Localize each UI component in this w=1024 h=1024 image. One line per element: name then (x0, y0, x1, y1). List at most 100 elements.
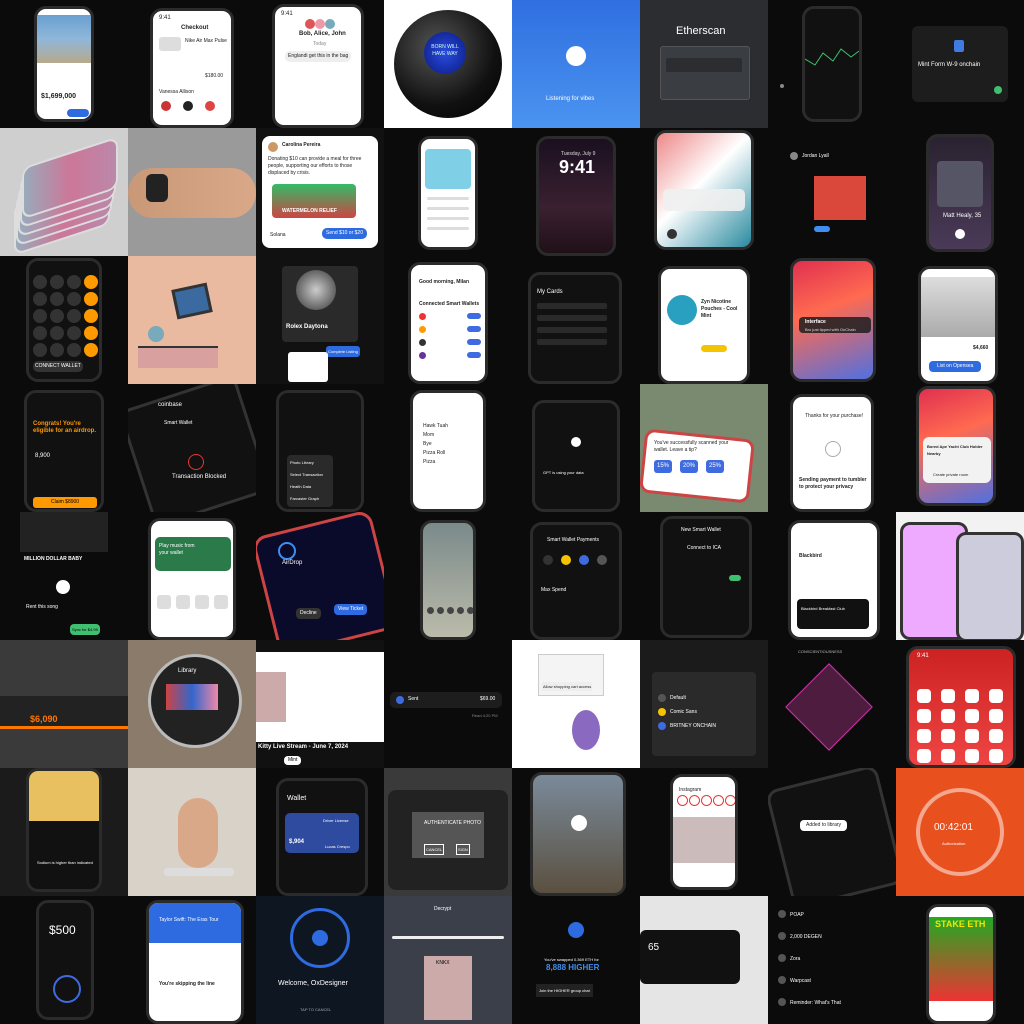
tile-checkout[interactable]: 9:41 Checkout Nike Air Max Pulse $180.00 Van… (128, 0, 256, 128)
tile-zyn-shop[interactable]: Zyn Nicotine Pouches - Cool Mint (640, 256, 768, 384)
story-avatar[interactable] (713, 795, 724, 806)
calc-key[interactable] (84, 292, 98, 306)
timeline-slider[interactable] (392, 936, 504, 939)
tile-donation-card[interactable]: Carolina Pereira Donating $10 can provide… (256, 128, 384, 256)
sync-button[interactable]: Sync for $4.99 (70, 624, 100, 635)
app-icon[interactable] (941, 749, 955, 763)
tile-airdrop-app[interactable]: Congrats! You're eligible for an airdrop… (0, 384, 128, 512)
tile-chat[interactable]: 9:41 Bob, Alice, John Today Englandi get th… (256, 0, 384, 128)
calc-key[interactable] (84, 309, 98, 323)
cancel-button[interactable]: CANCEL (424, 844, 445, 855)
allow-access-button[interactable]: Allow shopping cart access (542, 682, 593, 691)
play-button-icon[interactable] (56, 580, 70, 594)
tile-spotify-like[interactable]: Play music from your wallet (128, 512, 256, 640)
tile-coinbase-wallet[interactable]: coinbase Smart Wallet Transaction Blocked (128, 384, 256, 512)
tile-video-call[interactable] (384, 512, 512, 640)
wallet-action[interactable] (467, 352, 481, 358)
tile-banking-app[interactable]: Good morning, Milan Connected Smart Walle… (384, 256, 512, 384)
tile-timer-orange[interactable]: 00:42:01 Authorization (896, 768, 1024, 896)
calc-key[interactable] (67, 275, 81, 289)
app-icon[interactable] (597, 555, 607, 565)
tile-library-device[interactable]: Library (128, 640, 256, 768)
tile-nft-profile[interactable] (384, 128, 512, 256)
card-row[interactable] (537, 339, 607, 345)
app-icon[interactable] (989, 689, 1003, 703)
call-control[interactable] (437, 607, 444, 614)
app-icon[interactable] (941, 729, 955, 743)
app-icon[interactable] (941, 689, 955, 703)
account-option[interactable]: Comic Sans (670, 709, 697, 716)
tile-my-cards[interactable]: My Cards (512, 256, 640, 384)
list-item[interactable]: Pizza (423, 459, 435, 466)
wallet-action[interactable] (467, 339, 481, 345)
tile-list-app[interactable]: Hawk Tuah Mom Bye Pizza Roll Pizza (384, 384, 512, 512)
tile-trading-app[interactable] (768, 0, 896, 128)
tile-ios-homescreen-red[interactable]: 9:41 (896, 640, 1024, 768)
complete-listing-button[interactable]: Complete Listing (326, 346, 360, 357)
app-icon[interactable] (989, 709, 1003, 723)
tile-stake-eth[interactable]: STAKE ETH (896, 896, 1024, 1024)
tile-added-library[interactable]: Added to library (768, 768, 896, 896)
tile-phone-stack[interactable] (0, 128, 128, 256)
menu-item[interactable]: Health Data (290, 483, 311, 490)
tile-camera-auth[interactable]: AUTHENTICATE PHOTO CANCEL SIGN (384, 768, 512, 896)
tile-ios-alert[interactable]: Bored Ape Yacht Club Holder Nearby Create… (896, 384, 1024, 512)
send-button[interactable]: Send $10 or $20 (322, 228, 367, 239)
app-icon[interactable] (965, 709, 979, 723)
tile-hand-device[interactable] (128, 768, 256, 896)
tile-smart-wallet-payments[interactable]: Smart Wallet Payments Max Spend (512, 512, 640, 640)
tile-chatgpt-menu[interactable]: Photo Library Select Transaction Health Da… (256, 384, 384, 512)
card-row[interactable] (537, 303, 607, 309)
call-control[interactable] (447, 607, 454, 614)
app-icon[interactable] (965, 749, 979, 763)
tile-real-estate[interactable]: $4,660 List on Opensea (896, 256, 1024, 384)
tile-item[interactable] (157, 595, 171, 609)
tile-chatgpt-sheet[interactable]: GPT is using your data (512, 384, 640, 512)
tile-radar-chart[interactable]: CONSCIENTIOUSNESS (768, 640, 896, 768)
tile-tumbler-payment[interactable]: Thanks for your purchase! Sending payment… (768, 384, 896, 512)
list-item[interactable]: Pizza Roll (423, 450, 445, 457)
calc-key[interactable] (84, 275, 98, 289)
story-avatar[interactable] (725, 795, 735, 806)
calc-key[interactable] (50, 275, 64, 289)
calc-key[interactable] (67, 326, 81, 340)
list-item[interactable]: Mom (423, 432, 434, 439)
call-control[interactable] (427, 607, 434, 614)
tile-canvas-sticker[interactable]: Allow shopping cart access (512, 640, 640, 768)
tile-concert-queue[interactable]: Taylor Swift: The Eras Tour You're skippi… (128, 896, 256, 1024)
card-row[interactable] (537, 327, 607, 333)
tile-food-label[interactable]: Sodium is higher than indicated (0, 768, 128, 896)
calc-key[interactable] (50, 326, 64, 340)
confirm-icon[interactable] (994, 86, 1002, 94)
app-icon[interactable] (917, 749, 931, 763)
tile-welcome-designer[interactable]: Welcome, OxDesigner TAP TO CANCEL (256, 896, 384, 1024)
calc-key[interactable] (33, 275, 47, 289)
tip-option[interactable]: 20% (680, 460, 699, 473)
tile-music-baby[interactable]: MILLION DOLLAR BABY Rent this song Sync fo… (0, 512, 128, 640)
tile-new-smart-wallet[interactable]: New Smart Wallet Connect to ICA (640, 512, 768, 640)
list-item[interactable]: Hawk Tuah (423, 423, 448, 430)
shutter-button[interactable] (571, 815, 587, 831)
calc-key[interactable] (50, 292, 64, 306)
app-icon[interactable] (561, 555, 571, 565)
confirm-ring[interactable] (53, 975, 81, 1003)
wallet-action[interactable] (467, 326, 481, 332)
tile-payment-500[interactable]: $500 (0, 896, 128, 1024)
tip-option[interactable]: 15% (654, 460, 673, 473)
account-option[interactable]: BRITNEY ONCHAIN (670, 723, 716, 730)
tile-swap-success[interactable]: You've swapped 0.369 ETH for 8,888 HIGHER… (512, 896, 640, 1024)
app-icon[interactable] (989, 729, 1003, 743)
notification-item[interactable]: Zora (790, 956, 800, 963)
app-icon[interactable] (941, 709, 955, 723)
action-button[interactable] (814, 226, 830, 232)
tile-magic-8-ball[interactable]: BORN WILL HAVE WAY (384, 0, 512, 128)
calc-key[interactable] (67, 309, 81, 323)
app-icon[interactable] (965, 689, 979, 703)
decline-button[interactable]: Decline (296, 608, 321, 619)
shazam-logo-icon[interactable] (566, 46, 586, 66)
tile-music-player[interactable]: Matt Healy, 35 (896, 128, 1024, 256)
notification-item[interactable]: 2,000 DEGEN (790, 934, 822, 941)
app-icon[interactable] (917, 729, 931, 743)
camera-icon[interactable] (667, 229, 677, 239)
tile-mint-form[interactable]: Mint Form W-9 onchain (896, 0, 1024, 128)
